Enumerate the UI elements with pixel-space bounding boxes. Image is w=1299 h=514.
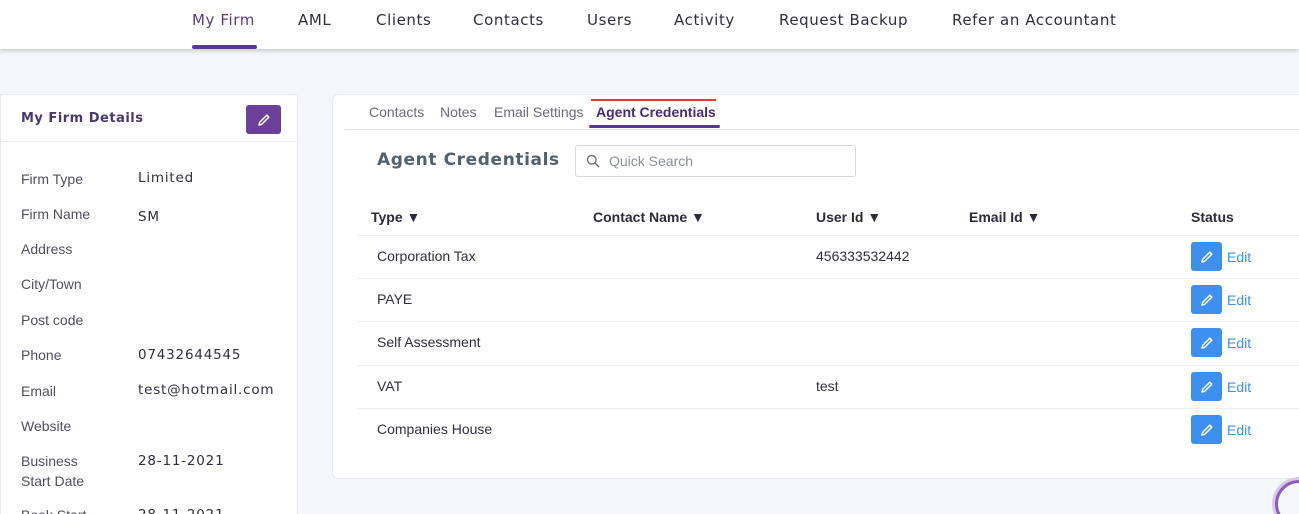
pencil-icon bbox=[1200, 380, 1213, 393]
main-panel: Contacts Notes Email Settings Agent Cred… bbox=[332, 94, 1299, 479]
nav-item-aml[interactable]: AML bbox=[298, 11, 331, 29]
section-title: Agent Credentials bbox=[377, 150, 560, 170]
search-input[interactable] bbox=[609, 151, 849, 171]
pencil-icon bbox=[1200, 336, 1213, 349]
nav-active-indicator bbox=[192, 45, 257, 49]
edit-row-link[interactable]: Edit bbox=[1227, 249, 1251, 265]
cell-type: Companies House bbox=[377, 421, 493, 437]
tab-agent-credentials[interactable]: Agent Credentials bbox=[596, 104, 716, 120]
column-header-email-id[interactable]: Email Id ▼ bbox=[969, 209, 1040, 225]
tabs-divider bbox=[345, 129, 1299, 130]
field-label-email: Email bbox=[21, 383, 57, 399]
active-tab-top-line bbox=[591, 99, 716, 101]
firm-details-panel: My Firm Details Firm Type Limited Firm N… bbox=[0, 94, 298, 514]
cell-type: PAYE bbox=[377, 291, 413, 307]
nav-item-users[interactable]: Users bbox=[587, 11, 632, 29]
edit-firm-details-button[interactable] bbox=[246, 105, 281, 134]
field-label-firm-name: Firm Name bbox=[21, 206, 91, 222]
nav-item-activity[interactable]: Activity bbox=[674, 11, 735, 29]
cell-type: VAT bbox=[377, 378, 403, 394]
edit-row-link[interactable]: Edit bbox=[1227, 379, 1251, 395]
table-row: Companies House Edit bbox=[357, 408, 1299, 451]
field-value-email: test@hotmail.com bbox=[138, 382, 275, 398]
tab-notes[interactable]: Notes bbox=[440, 104, 477, 120]
top-navigation: My Firm AML Clients Contacts Users Activ… bbox=[0, 0, 1299, 49]
field-value-phone: 07432644545 bbox=[138, 347, 242, 363]
edit-row-button[interactable] bbox=[1191, 372, 1222, 401]
pencil-icon bbox=[1200, 423, 1213, 436]
tab-email-settings[interactable]: Email Settings bbox=[494, 104, 583, 120]
column-header-type[interactable]: Type ▼ bbox=[371, 209, 420, 225]
firm-details-title: My Firm Details bbox=[21, 111, 144, 126]
nav-item-refer-an-accountant[interactable]: Refer an Accountant bbox=[952, 11, 1116, 29]
pencil-icon bbox=[257, 113, 270, 126]
nav-item-my-firm[interactable]: My Firm bbox=[192, 11, 255, 29]
edit-row-link[interactable]: Edit bbox=[1227, 422, 1251, 438]
cell-type: Self Assessment bbox=[377, 334, 481, 350]
edit-row-button[interactable] bbox=[1191, 285, 1222, 314]
tab-contacts[interactable]: Contacts bbox=[369, 104, 424, 120]
active-tab-indicator bbox=[589, 125, 720, 128]
edit-row-link[interactable]: Edit bbox=[1227, 335, 1251, 351]
cell-user-id: 456333532442 bbox=[816, 248, 910, 264]
cell-type: Corporation Tax bbox=[377, 248, 476, 264]
column-header-user-id[interactable]: User Id ▼ bbox=[816, 209, 881, 225]
pencil-icon bbox=[1200, 293, 1213, 306]
table-row: PAYE Edit bbox=[357, 278, 1299, 321]
column-header-contact-name[interactable]: Contact Name ▼ bbox=[593, 209, 705, 225]
nav-item-request-backup[interactable]: Request Backup bbox=[779, 11, 908, 29]
edit-row-button[interactable] bbox=[1191, 242, 1222, 271]
field-value-firm-name: SM bbox=[138, 209, 160, 225]
table-row: VAT test Edit bbox=[357, 365, 1299, 408]
field-label-firm-type: Firm Type bbox=[21, 171, 83, 187]
field-label-post-code: Post code bbox=[21, 312, 84, 328]
field-label-city-town: City/Town bbox=[21, 276, 82, 292]
field-value-business-start-date: 28-11-2021 bbox=[138, 453, 225, 469]
field-value-firm-type: Limited bbox=[138, 170, 194, 186]
field-label-business-start-date: Business Start Date bbox=[21, 453, 85, 489]
edit-row-button[interactable] bbox=[1191, 328, 1222, 357]
pencil-icon bbox=[1200, 250, 1213, 263]
nav-item-clients[interactable]: Clients bbox=[376, 11, 431, 29]
table-row: Corporation Tax 456333532442 Edit bbox=[357, 235, 1299, 278]
field-value-book-start: 28-11-2021 bbox=[138, 507, 224, 514]
table-row: Self Assessment Edit bbox=[357, 321, 1299, 364]
field-label-address: Address bbox=[21, 241, 73, 257]
cell-user-id: test bbox=[816, 378, 839, 394]
chat-widget-button[interactable] bbox=[1275, 480, 1299, 514]
edit-row-link[interactable]: Edit bbox=[1227, 292, 1251, 308]
column-header-status: Status bbox=[1191, 209, 1234, 225]
quick-search-box[interactable] bbox=[575, 145, 856, 177]
field-label-book-start: Book Start bbox=[21, 505, 86, 514]
search-icon bbox=[586, 154, 600, 168]
field-label-phone: Phone bbox=[21, 347, 62, 363]
nav-item-contacts[interactable]: Contacts bbox=[473, 11, 544, 29]
field-label-website: Website bbox=[21, 418, 72, 434]
edit-row-button[interactable] bbox=[1191, 415, 1222, 444]
firm-details-header: My Firm Details bbox=[1, 95, 298, 142]
